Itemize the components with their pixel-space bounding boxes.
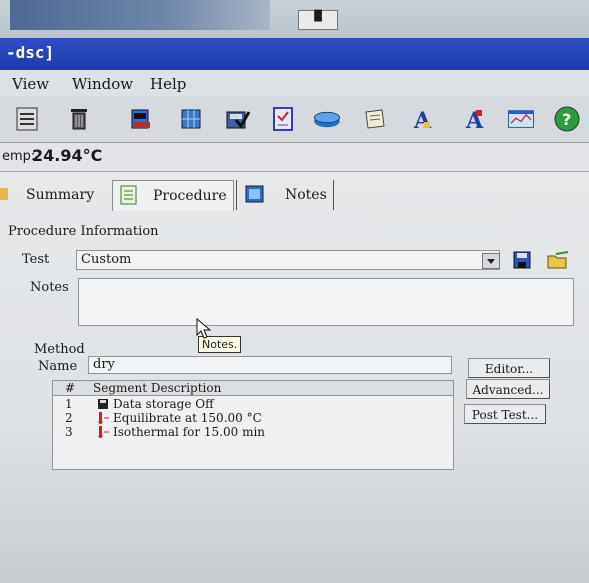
tab-notes[interactable]: Notes (236, 180, 334, 210)
method-name-input[interactable]: dry (88, 356, 452, 374)
trash-icon[interactable] (64, 104, 94, 134)
pan-icon[interactable] (312, 104, 352, 134)
col-number-header: # (65, 381, 76, 395)
toolbar: A A ? (0, 96, 589, 143)
test-label: Test (22, 252, 50, 267)
tab-strip: Summary Procedure Notes (0, 178, 589, 216)
scroll-icon[interactable] (360, 104, 390, 134)
segment-table-header: # Segment Description (53, 381, 453, 396)
notes-icon (245, 184, 265, 204)
segment-table: # Segment Description 1 Data storage Off… (52, 380, 454, 470)
advanced-button[interactable]: Advanced... (466, 379, 550, 399)
temp-value: 24.94°C (32, 146, 103, 165)
main-content: Summary Procedure Notes Procedure Inform… (0, 172, 589, 583)
svg-text:A: A (413, 108, 432, 134)
menu-bar: View Window Help (0, 70, 589, 96)
window-titlebar[interactable]: -dsc] (0, 38, 589, 70)
menu-view[interactable]: View (12, 75, 49, 93)
table-row[interactable]: 2 Equilibrate at 150.00 °C (53, 411, 453, 425)
save-procedure-icon[interactable] (512, 250, 534, 270)
col-description-header: Segment Description (93, 381, 222, 395)
procedure-info-title: Procedure Information (8, 224, 159, 239)
instrument-icon[interactable] (126, 104, 156, 134)
check-save-icon[interactable] (222, 104, 252, 134)
menu-window[interactable]: Window (72, 75, 133, 93)
notes-textarea[interactable] (78, 278, 574, 326)
taskbar-area (10, 0, 270, 30)
editor-button[interactable]: Editor... (468, 358, 550, 378)
post-test-button[interactable]: Post Test... (464, 404, 546, 424)
svg-text:?: ? (562, 110, 571, 129)
procedure-icon (119, 185, 139, 205)
tab-procedure[interactable]: Procedure (112, 180, 234, 211)
temp-label: emp: (2, 149, 36, 164)
test-dropdown-chevron-down-icon[interactable] (482, 253, 500, 269)
list-icon[interactable] (12, 104, 42, 134)
summary-icon (0, 184, 20, 204)
method-name-label: Name (38, 359, 78, 374)
temperature-bar: emp: 24.94°C (0, 143, 589, 172)
window-title: -dsc] (6, 43, 55, 62)
menu-help[interactable]: Help (150, 75, 186, 93)
open-folder-icon[interactable] (546, 250, 569, 270)
notes-label: Notes (30, 280, 69, 295)
test-select[interactable]: Custom (76, 250, 500, 270)
font-a-red-icon[interactable]: A (460, 104, 490, 134)
chart-window-icon[interactable] (506, 104, 542, 134)
checklist-icon[interactable] (268, 104, 298, 134)
mouse-pointer-icon (196, 317, 212, 344)
desktop-strip: ▐▌ (0, 0, 589, 38)
tray-device-icon[interactable]: ▐▌ (298, 10, 338, 30)
font-a-icon[interactable]: A (408, 104, 438, 134)
tab-summary[interactable]: Summary (0, 180, 104, 210)
table-row[interactable]: 1 Data storage Off (53, 397, 453, 411)
method-title: Method (34, 342, 85, 357)
table-row[interactable]: 3 Isothermal for 15.00 min (53, 425, 453, 439)
help-icon[interactable]: ? (552, 104, 582, 134)
grid-icon[interactable] (176, 104, 206, 134)
